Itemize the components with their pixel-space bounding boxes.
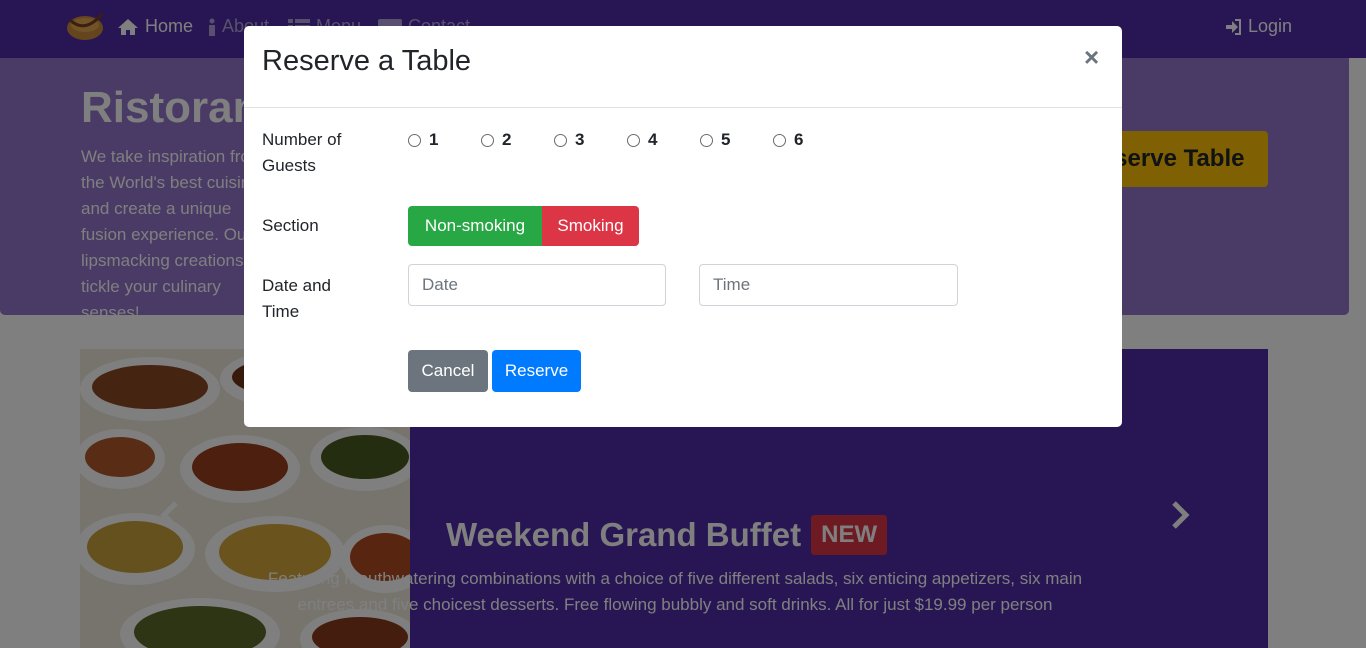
radio-button[interactable] (700, 133, 713, 147)
smoking-button[interactable]: Smoking (542, 206, 639, 246)
section-label: Section (262, 216, 319, 235)
guest-option-2[interactable]: 2 (481, 130, 511, 150)
guest-option-5[interactable]: 5 (700, 130, 730, 150)
close-icon[interactable]: × (1084, 44, 1099, 70)
guest-option-1[interactable]: 1 (408, 130, 438, 150)
guests-label: Number of Guests (262, 130, 342, 175)
radio-button[interactable] (554, 133, 567, 147)
section-toggle-group: Non-smoking Smoking (408, 206, 639, 246)
guest-option-label: 4 (648, 130, 658, 149)
radio-button[interactable] (773, 133, 786, 147)
guest-option-label: 3 (575, 130, 585, 149)
guest-option-3[interactable]: 3 (554, 130, 584, 150)
datetime-label: Date and Time (262, 276, 331, 321)
guest-option-6[interactable]: 6 (773, 130, 803, 150)
guest-option-label: 5 (721, 130, 731, 149)
guest-option-label: 1 (429, 130, 439, 149)
modal-title: Reserve a Table (262, 45, 472, 77)
radio-button[interactable] (408, 133, 421, 147)
guest-option-4[interactable]: 4 (627, 130, 657, 150)
modal-header: Reserve a Table × (244, 26, 1122, 108)
guest-option-label: 6 (794, 130, 804, 149)
non-smoking-button[interactable]: Non-smoking (408, 206, 542, 246)
radio-button[interactable] (481, 133, 494, 147)
time-input[interactable] (699, 264, 958, 306)
reserve-button[interactable]: Reserve (492, 350, 581, 392)
guest-option-label: 2 (502, 130, 512, 149)
date-input[interactable] (408, 264, 666, 306)
reserve-table-modal: Reserve a Table × Number of Guests 1 2 3… (244, 26, 1122, 427)
radio-button[interactable] (627, 133, 640, 147)
cancel-button[interactable]: Cancel (408, 350, 488, 392)
